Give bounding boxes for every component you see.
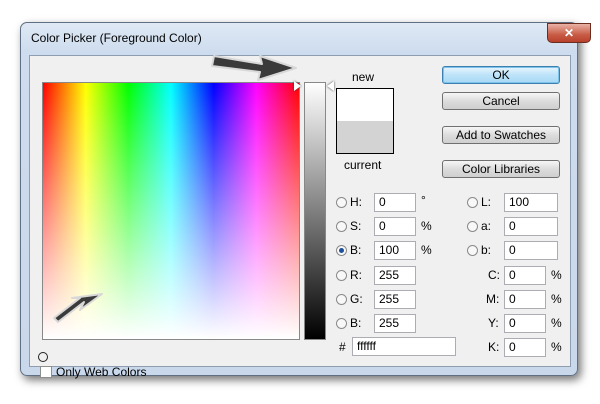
cancel-button[interactable]: Cancel	[442, 92, 560, 110]
c-unit: %	[551, 268, 562, 282]
r-input[interactable]: 255	[374, 266, 416, 285]
brightness-label: B:	[350, 243, 362, 257]
y-input[interactable]: 0	[504, 314, 546, 333]
window-title: Color Picker (Foreground Color)	[31, 31, 202, 45]
slider-handle-left-icon[interactable]	[294, 81, 301, 91]
blue-label: B:	[350, 316, 362, 330]
radio-g[interactable]	[336, 294, 347, 305]
blue-input[interactable]: 255	[374, 314, 416, 333]
brightness-slider[interactable]	[304, 82, 326, 340]
slider-handle-right-icon[interactable]	[327, 81, 334, 91]
color-picker-dialog: Color Picker (Foreground Color) ✕ new cu…	[20, 22, 591, 379]
g-input[interactable]: 255	[374, 290, 416, 309]
radio-brightness[interactable]	[336, 245, 347, 256]
radio-h[interactable]	[336, 197, 347, 208]
c-label: C:	[488, 268, 500, 282]
h-unit: °	[421, 193, 426, 207]
h-input[interactable]: 0	[374, 193, 416, 212]
brightness-unit: %	[421, 243, 432, 257]
hex-input[interactable]: ffffff	[352, 337, 456, 356]
s-input[interactable]: 0	[374, 217, 416, 236]
c-input[interactable]: 0	[504, 266, 546, 285]
color-swatch	[336, 88, 394, 154]
brightness-input[interactable]: 100	[374, 241, 416, 260]
lab-b-input[interactable]: 0	[504, 241, 558, 260]
h-label: H:	[350, 195, 362, 209]
only-web-colors-checkbox[interactable]	[40, 366, 52, 378]
add-to-swatches-button[interactable]: Add to Swatches	[442, 126, 560, 144]
k-input[interactable]: 0	[504, 338, 546, 357]
m-unit: %	[551, 292, 562, 306]
a-label: a:	[481, 219, 492, 233]
y-unit: %	[551, 316, 562, 330]
color-libraries-button[interactable]: Color Libraries	[442, 160, 560, 178]
lab-b-label: b:	[481, 243, 492, 257]
close-icon[interactable]: ✕	[547, 23, 591, 43]
m-input[interactable]: 0	[504, 290, 546, 309]
color-field[interactable]	[42, 82, 300, 340]
m-label: M:	[486, 292, 500, 306]
l-label: L:	[481, 195, 492, 209]
radio-l[interactable]	[467, 197, 478, 208]
color-field-marker[interactable]	[38, 352, 48, 362]
dialog-body: new current OK Cancel Add to Swatches Co…	[29, 55, 571, 379]
current-color-swatch[interactable]	[337, 121, 393, 153]
k-label: K:	[488, 340, 500, 354]
white-overlay	[43, 83, 299, 339]
l-input[interactable]: 100	[504, 193, 558, 212]
radio-lab-b[interactable]	[467, 245, 478, 256]
new-color-swatch	[337, 89, 393, 121]
g-label: G:	[350, 292, 363, 306]
new-color-label: new	[352, 70, 375, 84]
radio-blue[interactable]	[336, 318, 347, 329]
hex-label: #	[339, 340, 346, 354]
s-unit: %	[421, 219, 432, 233]
only-web-colors-label: Only Web Colors	[56, 365, 147, 379]
a-input[interactable]: 0	[504, 217, 558, 236]
current-color-label: current	[344, 158, 382, 172]
ok-button[interactable]: OK	[442, 66, 560, 84]
s-label: S:	[350, 219, 362, 233]
r-label: R:	[350, 268, 362, 282]
radio-s[interactable]	[336, 221, 347, 232]
radio-a[interactable]	[467, 221, 478, 232]
y-label: Y:	[488, 316, 499, 330]
radio-r[interactable]	[336, 270, 347, 281]
k-unit: %	[551, 340, 562, 354]
